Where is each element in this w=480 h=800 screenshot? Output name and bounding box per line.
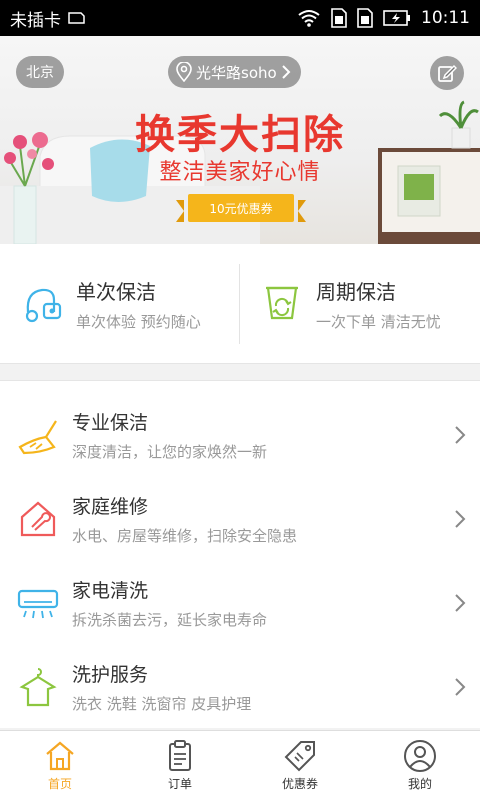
service-desc: 拆洗杀菌去污，延长家电寿命	[72, 611, 268, 629]
location-selector[interactable]: 光华路soho	[168, 56, 301, 88]
user-icon	[404, 740, 436, 772]
location-pin-icon	[176, 62, 192, 82]
home-icon	[46, 741, 74, 771]
service-title: 家庭维修	[72, 496, 149, 518]
cleaning-options: 单次保洁 单次体验 预约随心 周期保洁 一次下单 清洁无忧	[0, 244, 480, 364]
coupon-tag-icon	[284, 741, 315, 772]
service-list: 专业保洁 深度清洁，让您的家焕然一新 家庭维修 水电、房屋等维修，扫除安全隐患 …	[0, 380, 480, 728]
tab-coupons[interactable]: 优惠券	[240, 731, 360, 800]
service-item-professional-cleaning[interactable]: 专业保洁 深度清洁，让您的家焕然一新	[0, 393, 480, 477]
single-cleaning-title: 单次保洁	[76, 280, 156, 304]
city-selector[interactable]: 北京	[16, 56, 64, 88]
service-title: 专业保洁	[72, 412, 149, 434]
service-item-appliance-cleaning[interactable]: 家电清洗 拆洗杀菌去污，延长家电寿命	[0, 561, 480, 645]
periodic-cleaning-title: 周期保洁	[316, 280, 396, 304]
tab-label: 优惠券	[281, 777, 318, 791]
tab-mine[interactable]: 我的	[360, 731, 480, 800]
battery-charging-icon	[383, 10, 410, 26]
service-desc: 水电、房屋等维修，扫除安全隐患	[72, 527, 298, 545]
chevron-right-icon	[455, 678, 466, 696]
single-cleaning-desc: 单次体验 预约随心	[76, 313, 201, 331]
service-title: 洗护服务	[72, 664, 149, 686]
status-bar: 未插卡 10:11	[0, 0, 480, 36]
house-wrench-icon	[20, 501, 56, 537]
service-desc: 洗衣 洗鞋 洗窗帘 皮具护理	[72, 695, 252, 713]
chevron-right-icon	[281, 65, 291, 79]
service-item-laundry-care[interactable]: 洗护服务 洗衣 洗鞋 洗窗帘 皮具护理	[0, 645, 480, 729]
clothes-hanger-icon	[19, 668, 57, 707]
tab-label: 我的	[407, 777, 432, 791]
banner-title: 换季大扫除	[135, 112, 345, 158]
coupon-ribbon[interactable]: 10元优惠券	[176, 194, 306, 222]
service-item-home-repair[interactable]: 家庭维修 水电、房屋等维修，扫除安全隐患	[0, 477, 480, 561]
chevron-right-icon	[455, 594, 466, 612]
vacuum-icon	[25, 288, 62, 323]
chevron-right-icon	[455, 426, 466, 444]
promo-banner[interactable]: 北京 光华路soho 换季大扫除 整洁美家好心情 10元优惠券	[0, 36, 480, 244]
edit-button[interactable]	[430, 56, 464, 90]
broom-icon	[18, 420, 57, 455]
banner-subtitle: 整洁美家好心情	[159, 160, 321, 185]
periodic-cleaning-card[interactable]: 周期保洁 一次下单 清洁无忧	[240, 244, 480, 364]
location-label: 光华路soho	[196, 63, 277, 82]
wifi-icon	[298, 10, 320, 27]
chevron-right-icon	[455, 510, 466, 528]
tab-label: 首页	[47, 777, 72, 791]
cycle-bucket-icon	[266, 286, 298, 320]
air-conditioner-icon	[17, 589, 59, 619]
order-clipboard-icon	[169, 740, 191, 771]
service-desc: 深度清洁，让您的家焕然一新	[72, 443, 268, 461]
sim-icon	[68, 12, 85, 24]
city-label: 北京	[26, 65, 54, 81]
sim-card-icon	[357, 8, 373, 28]
single-cleaning-card[interactable]: 单次保洁 单次体验 预约随心	[0, 244, 240, 364]
sim-card-icon	[331, 8, 347, 28]
bottom-tab-bar: 首页 订单 优惠券 我的	[0, 730, 480, 800]
carrier-text: 未插卡	[10, 10, 61, 31]
edit-icon	[438, 64, 457, 82]
periodic-cleaning-desc: 一次下单 清洁无忧	[316, 313, 441, 331]
coupon-label: 10元优惠券	[209, 201, 273, 216]
tab-orders[interactable]: 订单	[120, 731, 240, 800]
clock-text: 10:11	[421, 8, 470, 28]
tab-home[interactable]: 首页	[0, 731, 120, 800]
tab-label: 订单	[167, 777, 192, 791]
service-title: 家电清洗	[72, 580, 149, 602]
